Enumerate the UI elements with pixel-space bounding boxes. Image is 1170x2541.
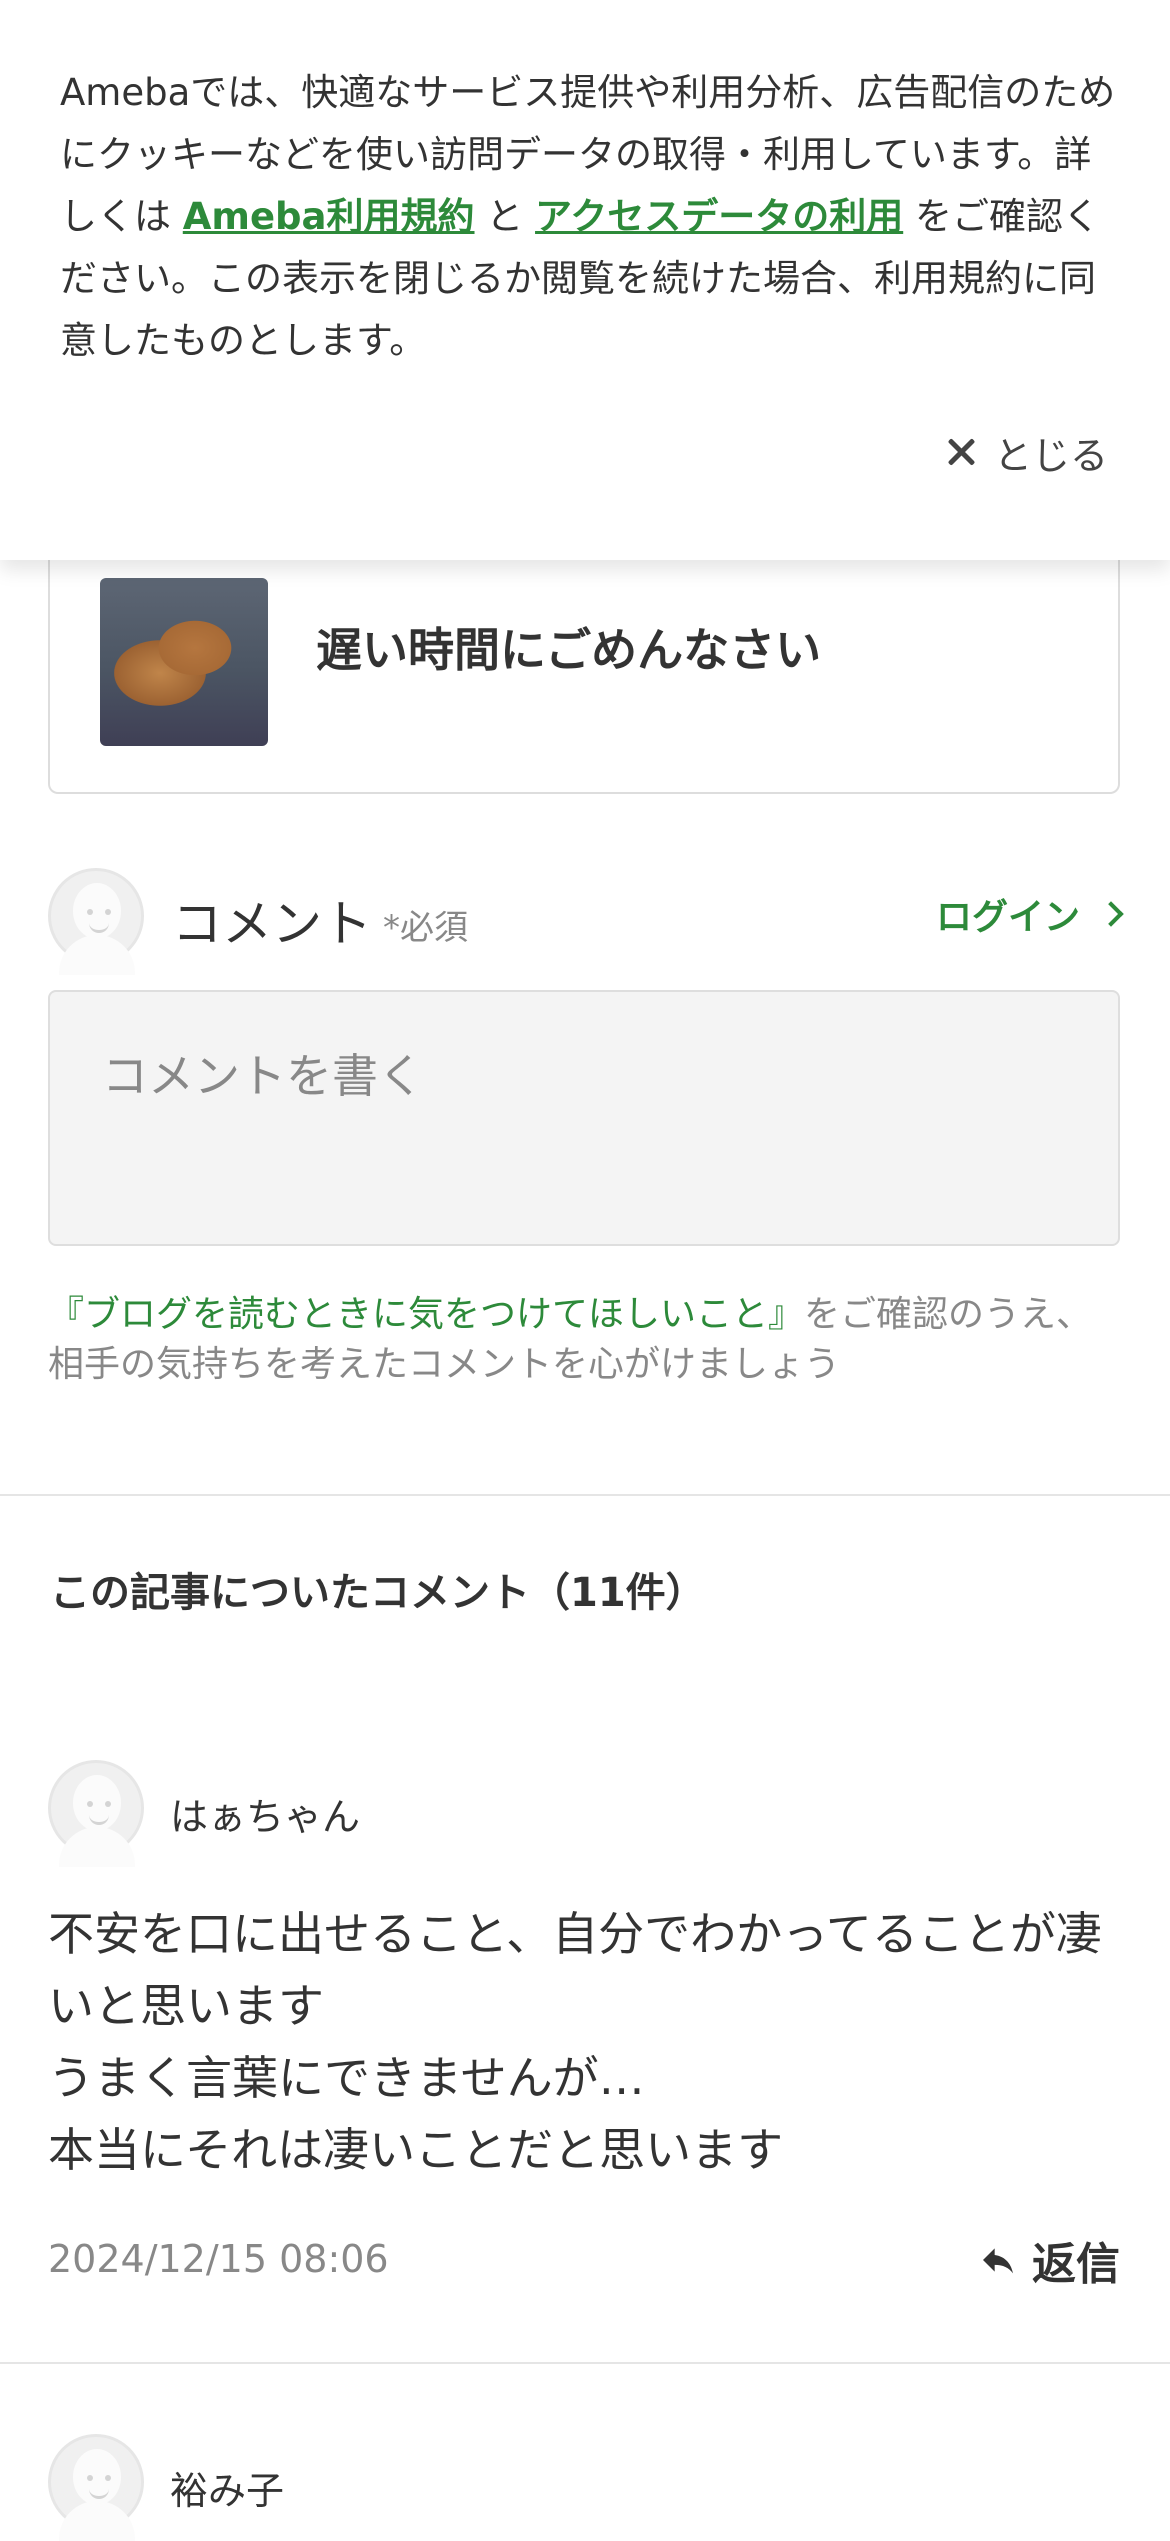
chevron-right-icon [1098, 901, 1124, 927]
article-card[interactable]: 遅い時間にごめんなさい [48, 520, 1120, 794]
comment-header: はぁちゃん [48, 1760, 848, 1867]
comment-header: 裕み子 [48, 2434, 848, 2541]
comment-label: コメント [172, 895, 372, 953]
divider [0, 1494, 1170, 1496]
avatar [48, 868, 144, 975]
avatar[interactable] [48, 2434, 144, 2541]
login-link[interactable]: ログイン [935, 888, 1124, 940]
article-title: 遅い時間にごめんなさい [316, 623, 822, 677]
comments-section-title: この記事についたコメント（11件） [50, 1570, 706, 1616]
reply-label: 返信 [1032, 2239, 1120, 2290]
close-icon [944, 435, 978, 469]
required-note: *必須 [383, 908, 468, 948]
terms-link[interactable]: Ameba利用規約 [183, 195, 475, 238]
comment-input[interactable]: コメントを書く [48, 990, 1120, 1246]
divider [0, 2362, 1170, 2364]
comment-body: 不安を口に出せること、自分でわかってることが凄いと思います うまく言葉にできませ… [48, 1898, 1128, 2186]
cookie-message: Amebaでは、快適なサービス提供や利用分析、広告配信のためにクッキーなどを使い… [60, 62, 1120, 372]
comment-line: うまく言葉にできませんが… [48, 2051, 645, 2105]
comment-author[interactable]: 裕み子 [170, 2460, 284, 2515]
article-thumbnail [100, 578, 268, 746]
reply-icon [983, 2248, 1013, 2274]
comment-line: 本当にそれは凄いことだと思います [48, 2123, 784, 2177]
cookie-banner: Amebaでは、快適なサービス提供や利用分析、広告配信のためにクッキーなどを使い… [0, 0, 1170, 560]
comment-placeholder: コメントを書く [102, 1049, 424, 1103]
comment-form-header: コメント *必須 ログイン [48, 868, 1124, 975]
reply-button[interactable]: 返信 [978, 2228, 1120, 2292]
access-data-link[interactable]: アクセスデータの利用 [535, 195, 903, 238]
comment-line: 不安を口に出せること、自分でわかってることが凄いと思います [48, 1907, 1102, 2033]
comment-author[interactable]: はぁちゃん [170, 1786, 360, 1841]
comment-date: 2024/12/15 08:06 [48, 2237, 389, 2281]
blog-comment-page: Amebaでは、快適なサービス提供や利用分析、広告配信のためにクッキーなどを使い… [0, 0, 1170, 2541]
guideline-link[interactable]: 『ブログを読むときに気をつけてほしいこと』 [48, 1294, 804, 1335]
comment-guideline: 『ブログを読むときに気をつけてほしいこと』をご確認のうえ、相手の気持ちを考えたコ… [48, 1290, 1128, 1390]
cookie-text-and: と [486, 195, 524, 238]
login-label: ログイン [935, 897, 1080, 938]
cookie-close-button[interactable]: とじる [944, 422, 1108, 482]
avatar[interactable] [48, 1760, 144, 1867]
cookie-close-label: とじる [993, 433, 1108, 478]
